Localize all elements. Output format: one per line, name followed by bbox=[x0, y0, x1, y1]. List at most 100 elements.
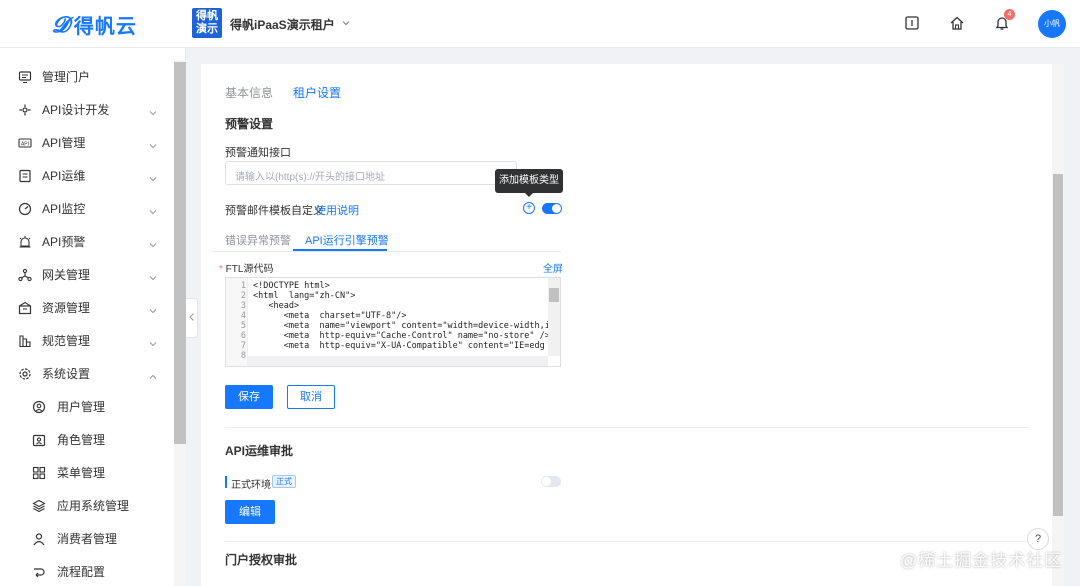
sidebar-item-label: 系统设置 bbox=[42, 367, 91, 381]
ftl-code-editor[interactable]: 1 2 3 4 5 6 7 8 <!DOCTYPE html> <html la… bbox=[225, 277, 561, 367]
sidebar-item-label: API设计开发 bbox=[42, 103, 110, 117]
alert-api-placeholder: 请输入以(http(s)://开头的接口地址 bbox=[235, 172, 386, 183]
role-icon bbox=[32, 433, 46, 447]
tab-engine-alert[interactable]: API运行引擎预警 bbox=[305, 232, 389, 248]
sidebar-item-label: 资源管理 bbox=[42, 301, 91, 315]
code-vertical-scrollbar[interactable] bbox=[548, 278, 560, 356]
consumer-icon bbox=[32, 532, 46, 546]
alert-settings-title: 预警设置 bbox=[225, 117, 274, 131]
chevron-down-icon bbox=[149, 139, 157, 148]
line-number: 8 bbox=[240, 351, 246, 361]
user-icon bbox=[32, 400, 46, 414]
toggle-knob bbox=[542, 477, 551, 486]
brand-logo[interactable]: 𝓓 得帆云 bbox=[52, 10, 137, 39]
monitor-icon bbox=[18, 70, 32, 84]
tab-error-alert[interactable]: 错误异常预警 bbox=[225, 232, 291, 248]
book-icon[interactable] bbox=[903, 14, 921, 32]
mail-template-toggle[interactable] bbox=[542, 203, 562, 214]
main-scrollbar[interactable] bbox=[1052, 64, 1064, 586]
line-number: 1 bbox=[240, 281, 246, 291]
sidebar-item-role-manage[interactable]: 角色管理 bbox=[0, 423, 172, 456]
tab-basic-info[interactable]: 基本信息 bbox=[225, 84, 273, 101]
sidebar-item-flow-config[interactable]: 流程配置 bbox=[0, 555, 172, 586]
env-label: 正式环境 bbox=[231, 480, 271, 491]
code-line: <head> bbox=[253, 301, 300, 311]
alert-api-input[interactable]: 请输入以(http(s)://开头的接口地址 bbox=[225, 161, 517, 185]
edit-button[interactable]: 编辑 bbox=[225, 500, 275, 524]
line-number: 7 bbox=[240, 341, 246, 351]
code-horizontal-scrollbar[interactable] bbox=[248, 356, 548, 366]
tab-tenant-settings[interactable]: 租户设置 bbox=[293, 84, 341, 101]
mail-template-label: 预警邮件模板自定义 bbox=[225, 205, 324, 217]
alert-type-tabs: 错误异常预警 API运行引擎预警 bbox=[213, 226, 561, 252]
sidebar-item-user-manage[interactable]: 用户管理 bbox=[0, 390, 172, 423]
line-number: 4 bbox=[240, 311, 246, 321]
gateway-icon bbox=[18, 268, 32, 282]
alert-api-label: 预警通知接口 bbox=[225, 147, 291, 159]
sidebar-item-label: 消费者管理 bbox=[57, 532, 118, 546]
sidebar-item-label: 用户管理 bbox=[57, 400, 106, 414]
line-number: 6 bbox=[240, 331, 246, 341]
sidebar-item-app-system[interactable]: 应用系统管理 bbox=[0, 489, 172, 522]
main-scroll-thumb[interactable] bbox=[1053, 174, 1063, 516]
ftl-label: * FTL源代码 bbox=[219, 264, 274, 275]
flow-icon bbox=[32, 565, 46, 579]
sidebar-item-api-monitor[interactable]: API监控 bbox=[0, 192, 172, 225]
sidebar-scroll-thumb[interactable] bbox=[174, 62, 186, 444]
sidebar-item-api-alert[interactable]: API预警 bbox=[0, 225, 172, 258]
chevron-down-icon bbox=[149, 271, 157, 280]
ops-approval-title: API运维审批 bbox=[225, 444, 294, 458]
line-number: 2 bbox=[240, 291, 246, 301]
tenant-name: 得帆iPaaS演示租户 bbox=[230, 18, 335, 32]
sidebar-item-api-design[interactable]: API设计开发 bbox=[0, 93, 172, 126]
usage-link[interactable]: 使用说明 bbox=[315, 202, 359, 218]
toggle-knob bbox=[552, 204, 561, 213]
sidebar-scrollbar[interactable] bbox=[174, 60, 186, 586]
portal-approval-title: 门户授权审批 bbox=[225, 553, 298, 567]
code-scroll-thumb[interactable] bbox=[549, 288, 559, 302]
chevron-down-icon bbox=[149, 205, 157, 214]
chevron-down-icon bbox=[149, 337, 157, 346]
code-line: <!DOCTYPE html> bbox=[253, 281, 330, 291]
fullscreen-link[interactable]: 全屏 bbox=[543, 260, 563, 275]
code-line: <meta charset="UTF-8"/> bbox=[253, 311, 407, 321]
sidebar-item-label: API管理 bbox=[42, 136, 86, 150]
sidebar-collapse-button[interactable] bbox=[186, 298, 198, 338]
sidebar-item-api-manage[interactable]: API API管理 bbox=[0, 126, 172, 159]
line-number: 3 bbox=[240, 301, 246, 311]
layers-icon bbox=[32, 499, 46, 513]
env-approval-toggle[interactable] bbox=[541, 476, 561, 487]
sidebar-item-label: 流程配置 bbox=[57, 565, 106, 579]
home-icon[interactable] bbox=[948, 14, 966, 32]
cancel-button[interactable]: 取消 bbox=[287, 385, 335, 409]
sidebar-item-gateway[interactable]: 网关管理 bbox=[0, 258, 172, 291]
monitor-gauge-icon bbox=[18, 202, 32, 216]
sidebar-item-consumer[interactable]: 消费者管理 bbox=[0, 522, 172, 555]
chevron-down-icon bbox=[149, 304, 157, 313]
watermark: @稀土掘金技术社区 bbox=[900, 551, 1063, 570]
sidebar-item-portal[interactable]: 管理门户 bbox=[0, 60, 172, 93]
sidebar-item-api-ops[interactable]: API运维 bbox=[0, 159, 172, 192]
add-template-tooltip: 添加模板类型 bbox=[495, 169, 563, 197]
chevron-down-icon bbox=[149, 238, 157, 247]
sidebar-item-system-settings[interactable]: 系统设置 bbox=[0, 357, 172, 390]
code-line: <meta name="viewport" content="width=dev… bbox=[283, 321, 560, 331]
active-tab-indicator bbox=[293, 249, 387, 251]
chevron-left-icon bbox=[188, 312, 196, 325]
sidebar-item-label: 应用系统管理 bbox=[57, 499, 130, 513]
tenant-badge: 得帆演示 bbox=[192, 8, 222, 38]
chevron-down-icon bbox=[341, 18, 351, 31]
save-button[interactable]: 保存 bbox=[225, 385, 273, 409]
code-line: <meta http-equiv="Cache-Control" name="n… bbox=[253, 331, 550, 341]
sidebar-item-menu-manage[interactable]: 菜单管理 bbox=[0, 456, 172, 489]
avatar[interactable]: 小帆 bbox=[1038, 10, 1066, 38]
sidebar-item-spec[interactable]: 规范管理 bbox=[0, 324, 172, 357]
gear-icon bbox=[18, 367, 32, 381]
sidebar-item-resource[interactable]: 资源管理 bbox=[0, 291, 172, 324]
env-indicator bbox=[225, 476, 227, 488]
env-tag: 正式 bbox=[272, 475, 296, 488]
line-number: 5 bbox=[240, 321, 246, 331]
plus-circle-icon[interactable]: + bbox=[523, 202, 535, 214]
tenant-switcher[interactable]: 得帆iPaaS演示租户 bbox=[230, 16, 351, 33]
logo-mark-icon: 𝓓 bbox=[52, 11, 70, 37]
